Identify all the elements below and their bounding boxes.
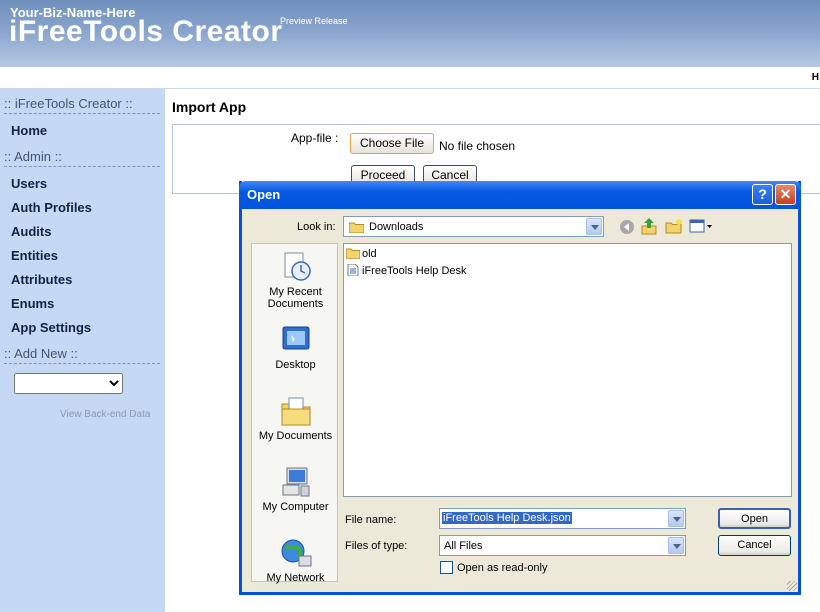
choose-file-button[interactable]: Choose File [350, 133, 434, 154]
new-folder-icon[interactable] [665, 218, 683, 234]
folder-icon [346, 248, 360, 259]
dialog-cancel-button[interactable]: Cancel [718, 535, 791, 556]
file-type-label: Files of type: [345, 540, 408, 552]
place-my-computer[interactable]: My Computer [252, 465, 339, 513]
back-icon[interactable] [619, 219, 635, 235]
look-in-label: Look in: [297, 221, 336, 233]
place-my-documents[interactable]: My Documents [252, 394, 339, 442]
desktop-icon [282, 326, 309, 350]
dialog-titlebar[interactable]: Open ? ✕ [239, 181, 801, 209]
dialog-title: Open [247, 187, 281, 202]
section-admin: :: Admin :: [4, 149, 160, 167]
nav-enums[interactable]: Enums [11, 296, 54, 311]
look-in-select[interactable]: Downloads [343, 216, 604, 237]
place-label: Desktop [275, 359, 316, 371]
my-network-icon [281, 539, 311, 567]
list-item[interactable]: old [346, 247, 377, 262]
read-only-checkbox[interactable] [440, 561, 453, 574]
folder-icon [349, 222, 364, 233]
help-button[interactable]: ? [752, 184, 773, 205]
nav-entities[interactable]: Entities [11, 248, 58, 263]
list-item[interactable]: iFreeTools Help Desk [346, 264, 467, 279]
close-button[interactable]: ✕ [775, 184, 796, 205]
place-label: My Documents [258, 430, 333, 442]
place-label: My Recent Documents [267, 286, 324, 310]
sidebar: :: iFreeTools Creator :: Home :: Admin :… [0, 89, 165, 612]
open-button[interactable]: Open [718, 508, 791, 529]
file-list: old iFreeTools Help Desk [343, 243, 792, 497]
nav-home[interactable]: Home [11, 123, 47, 138]
sub-bar: H [0, 67, 820, 89]
help-link[interactable]: H [812, 72, 819, 83]
my-documents-icon [281, 397, 310, 426]
app-header: Your-Biz-Name-Here iFreeTools Creator Pr… [0, 0, 820, 67]
app-file-label: App-file : [291, 131, 339, 145]
resize-grip[interactable] [787, 581, 797, 591]
document-icon [347, 264, 359, 276]
file-type-value: All Files [444, 540, 483, 552]
place-label: My Network [266, 572, 325, 584]
no-file-text: No file chosen [439, 139, 516, 153]
file-type-select[interactable]: All Files [439, 535, 686, 556]
nav-users[interactable]: Users [11, 176, 47, 191]
release-label: Preview Release [280, 16, 348, 26]
place-recent-documents[interactable]: My Recent Documents [252, 250, 339, 310]
open-dialog: Open ? ✕ Look in: Downloads My Recent Do… [239, 181, 801, 595]
chevron-down-icon[interactable] [668, 537, 684, 554]
up-folder-icon[interactable] [641, 217, 657, 235]
nav-attributes[interactable]: Attributes [11, 272, 72, 287]
recent-documents-icon [284, 252, 311, 281]
page-title: Import App [172, 99, 247, 115]
nav-audits[interactable]: Audits [11, 224, 51, 239]
section-add-new: :: Add New :: [4, 346, 160, 364]
file-name-value: iFreeTools Help Desk.json [442, 512, 572, 524]
file-name-label: File name: [345, 514, 397, 526]
add-new-select[interactable] [14, 373, 123, 394]
nav-auth-profiles[interactable]: Auth Profiles [11, 200, 92, 215]
chevron-down-icon[interactable] [586, 218, 602, 235]
place-label: My Computer [262, 501, 329, 513]
nav-app-settings[interactable]: App Settings [11, 320, 91, 335]
my-computer-icon [282, 467, 309, 497]
look-in-value: Downloads [369, 221, 424, 233]
app-name: iFreeTools Creator [9, 15, 283, 48]
file-name: old [362, 248, 377, 260]
chevron-down-icon[interactable] [668, 510, 684, 527]
section-main: :: iFreeTools Creator :: [4, 96, 160, 114]
places-bar: My Recent Documents Desktop My Documents… [251, 243, 339, 584]
view-backend-link[interactable]: View Back-end Data [60, 409, 150, 420]
views-menu-icon[interactable] [689, 219, 713, 233]
read-only-label: Open as read-only [457, 562, 548, 574]
file-name: iFreeTools Help Desk [362, 265, 467, 277]
place-desktop[interactable]: Desktop [252, 323, 339, 371]
file-name-input[interactable]: iFreeTools Help Desk.json [439, 508, 686, 529]
place-my-network[interactable]: My Network [252, 536, 339, 584]
